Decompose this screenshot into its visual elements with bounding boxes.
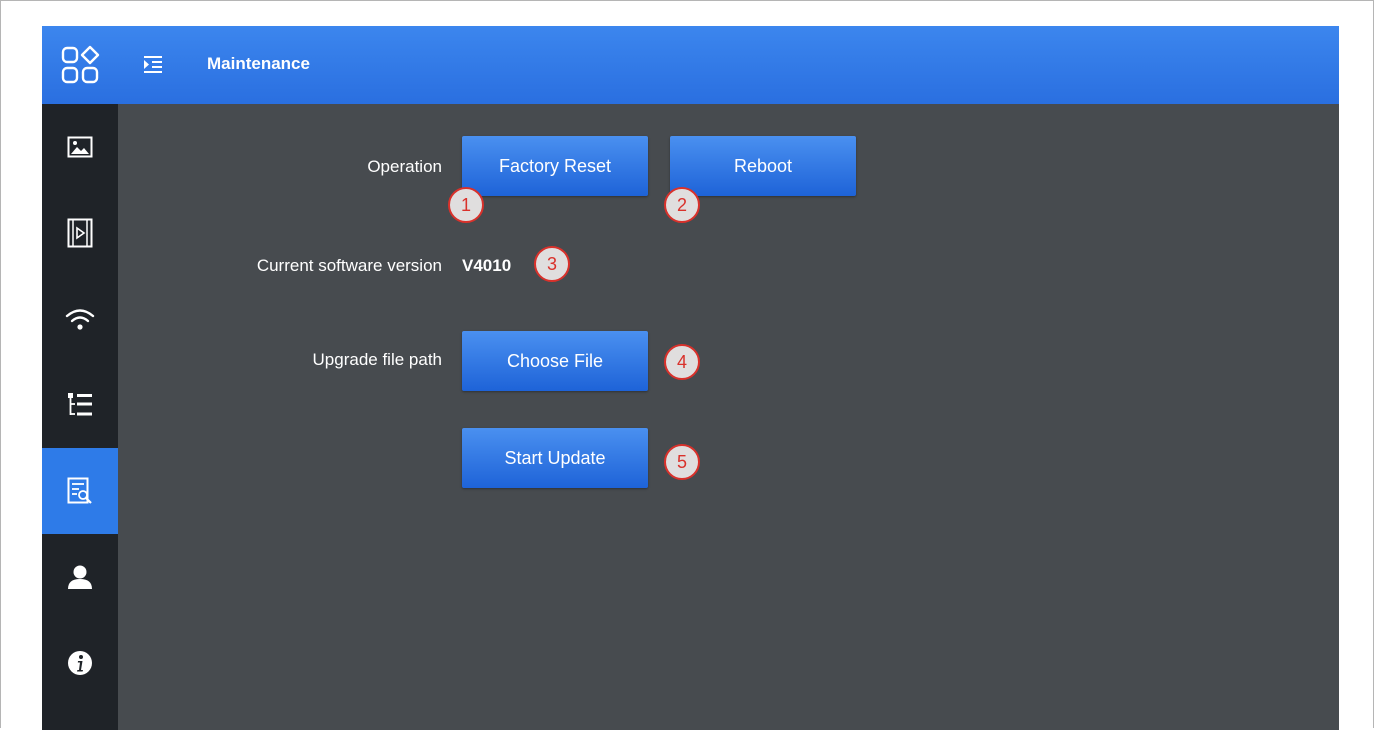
menu-indent-icon[interactable] xyxy=(142,53,164,75)
upgrade-file-path-label: Upgrade file path xyxy=(312,350,442,369)
sidebar-item-info[interactable] xyxy=(42,620,118,706)
document-frame: Maintenance Operation Factory Reset Rebo… xyxy=(0,0,1374,730)
page-title: Maintenance xyxy=(207,54,310,73)
maintenance-icon xyxy=(67,477,92,504)
factory-reset-button[interactable]: Factory Reset xyxy=(462,136,648,196)
sidebar-item-list[interactable] xyxy=(42,362,118,448)
top-header: Maintenance xyxy=(42,26,1339,104)
image-icon xyxy=(67,136,93,158)
user-icon xyxy=(68,565,92,589)
callout-marker-5: 5 xyxy=(664,444,700,480)
callout-marker-3: 3 xyxy=(534,246,570,282)
callout-marker-2: 2 xyxy=(664,187,700,223)
callout-marker-1: 1 xyxy=(448,187,484,223)
reboot-button[interactable]: Reboot xyxy=(670,136,856,196)
app-window: Maintenance Operation Factory Reset Rebo… xyxy=(42,26,1339,730)
software-version-value: V4010 xyxy=(462,256,512,275)
apps-grid-icon[interactable] xyxy=(42,26,118,104)
sidebar-item-video[interactable] xyxy=(42,190,118,276)
start-update-button[interactable]: Start Update xyxy=(462,428,648,488)
sidebar-item-wifi[interactable] xyxy=(42,276,118,362)
callout-marker-4: 4 xyxy=(664,344,700,380)
software-version-label: Current software version xyxy=(256,256,442,275)
sidebar xyxy=(42,104,118,730)
sidebar-item-user[interactable] xyxy=(42,534,118,620)
operation-label: Operation xyxy=(367,157,442,176)
wifi-icon xyxy=(65,309,95,330)
choose-file-button[interactable]: Choose File xyxy=(462,331,648,391)
video-icon xyxy=(67,218,93,248)
info-icon xyxy=(68,651,92,675)
sidebar-item-maintenance[interactable] xyxy=(42,448,118,534)
list-tree-icon xyxy=(68,393,92,416)
sidebar-item-image[interactable] xyxy=(42,104,118,190)
